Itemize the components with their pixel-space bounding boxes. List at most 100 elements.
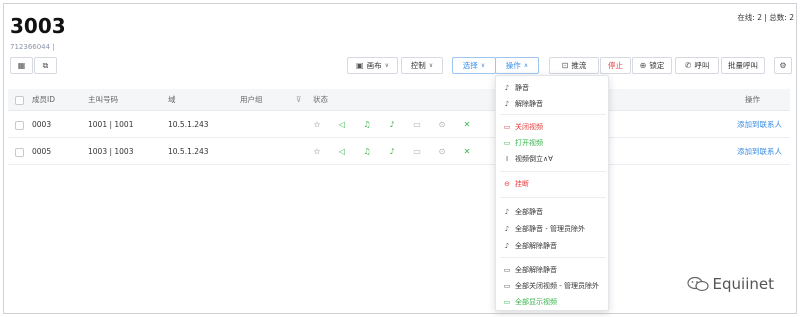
mic-off-icon: ♪ (504, 207, 510, 216)
record-icon[interactable]: ⊙ (437, 147, 447, 157)
chevron-up-icon: ∧ (523, 62, 529, 69)
control-label: 控制 (410, 61, 426, 70)
video-icon: ▭ (503, 265, 511, 274)
select-dropdown[interactable]: 选择 ∨ (452, 57, 496, 74)
operate-label: 操作 (505, 61, 521, 70)
speaker-icon[interactable]: ◁ (337, 147, 347, 157)
row-checkbox[interactable] (15, 120, 24, 130)
mic-icon: ♪ (504, 241, 510, 250)
video-icon[interactable]: ▭ (412, 147, 422, 157)
menu-item-hangup[interactable]: ⊖ 挂断 (496, 176, 608, 191)
image-icon: ▣ (356, 60, 364, 70)
push-label: 推流 (571, 61, 587, 70)
table-header: 成员ID 主叫号码 域 用户组 ⊽ 状态 操作 (8, 89, 790, 111)
lock-icon: ⊕ (639, 60, 647, 70)
add-to-contacts-link[interactable]: 添加到联系人 (737, 112, 782, 137)
batch-call-button[interactable]: 批量呼叫 (721, 57, 765, 74)
menu-item-unmute[interactable]: ♪ 解除静音 (496, 96, 608, 111)
watermark-text: Equiinet (712, 275, 774, 293)
menu-item-mute-all[interactable]: ♪ 全部静音 (496, 204, 608, 219)
menu-item-unmute-all-video[interactable]: ▭ 全部解除静音 (496, 262, 608, 277)
menu-item-label: 视频倒立∧∀ (515, 154, 553, 163)
menu-item-show-all-video[interactable]: ▭ 全部显示视频 (496, 294, 608, 309)
close-icon[interactable]: ✕ (462, 147, 472, 157)
record-icon[interactable]: ⊙ (437, 120, 447, 130)
menu-item-open-video[interactable]: ▭ 打开视频 (496, 135, 608, 150)
menu-item-mute[interactable]: ♪ 静音 (496, 80, 608, 95)
select-label: 选择 (462, 61, 478, 70)
mic-icon[interactable]: ♪ (387, 120, 397, 130)
lock-label: 锁定 (649, 61, 665, 70)
speaker-icon[interactable]: ◁ (337, 120, 347, 130)
menu-divider (500, 257, 606, 258)
settings-button[interactable]: ⚙ (774, 57, 792, 74)
canvas-dropdown[interactable]: ▣ 画布 ∨ (347, 57, 398, 74)
mic-icon: ♪ (504, 99, 510, 108)
mic-off-icon: ♪ (504, 83, 510, 92)
menu-divider (500, 114, 606, 115)
video-icon: ▭ (503, 297, 511, 306)
flip-icon: I (505, 154, 509, 163)
copy-view-button[interactable]: ⧉ (34, 57, 57, 74)
table-row: 0003 1001 | 1001 10.5.1.243 ☆ ◁ ♫ ♪ ▭ ⊙ … (8, 112, 790, 138)
control-dropdown[interactable]: 控制 ∨ (401, 57, 443, 74)
mic-off-icon: ♪ (504, 224, 510, 233)
watermark: Equiinet (686, 275, 774, 293)
filter-icon[interactable]: ⊽ (296, 89, 302, 110)
canvas-label: 画布 (366, 61, 382, 70)
stop-label: 停止 (608, 61, 623, 70)
column-user-group: 用户组 (240, 95, 263, 104)
stop-button[interactable]: 停止 (600, 57, 631, 74)
menu-item-label: 全部解除静音 (515, 241, 557, 250)
menu-item-label: 解除静音 (515, 99, 543, 108)
lock-button[interactable]: ⊕ 锁定 (632, 57, 672, 74)
push-stream-button[interactable]: ⊡ 推流 (549, 57, 599, 74)
operate-dropdown[interactable]: 操作 ∧ (495, 57, 539, 74)
video-icon: ▭ (503, 138, 511, 147)
grid-icon: ▦ (17, 60, 26, 70)
wechat-logo-icon (686, 276, 709, 292)
mic-icon[interactable]: ♪ (387, 147, 397, 157)
conference-number: 712366044 | (10, 43, 55, 51)
menu-item-label: 挂断 (515, 179, 529, 188)
page-title: 3003 (10, 14, 66, 38)
copy-icon: ⧉ (42, 60, 49, 70)
select-all-checkbox[interactable] (15, 95, 24, 105)
menu-item-unmute-all[interactable]: ♪ 全部解除静音 (496, 238, 608, 253)
call-label: 呼叫 (694, 61, 710, 70)
add-to-contacts-link[interactable]: 添加到联系人 (737, 139, 782, 164)
menu-item-flip-video[interactable]: I 视频倒立∧∀ (496, 151, 608, 166)
bell-icon[interactable]: ♫ (362, 147, 372, 157)
caller-number: 1001 | 1001 (88, 120, 134, 129)
bell-icon[interactable]: ♫ (362, 120, 372, 130)
caller-number: 1003 | 1003 (88, 147, 134, 156)
gear-icon: ⚙ (779, 60, 787, 70)
push-icon: ⊡ (561, 60, 569, 70)
chevron-down-icon: ∨ (384, 62, 389, 69)
hangup-icon: ⊖ (504, 179, 510, 188)
video-icon: ▭ (503, 281, 511, 290)
domain: 10.5.1.243 (168, 120, 209, 129)
close-icon[interactable]: ✕ (462, 120, 472, 130)
menu-item-close-all-video-except-admin[interactable]: ▭ 全部关闭视频 - 管理员除外 (496, 278, 608, 293)
chevron-down-icon: ∨ (428, 62, 434, 69)
column-caller: 主叫号码 (88, 95, 118, 104)
star-icon[interactable]: ☆ (312, 120, 322, 130)
column-actions: 操作 (745, 95, 760, 104)
star-icon[interactable]: ☆ (312, 147, 322, 157)
menu-item-label: 全部静音 - 管理员除外 (515, 224, 585, 233)
row-checkbox[interactable] (15, 147, 24, 157)
menu-divider (500, 171, 606, 172)
menu-item-close-video[interactable]: ▭ 关闭视频 (496, 119, 608, 134)
column-status: 状态 (313, 95, 328, 104)
call-button[interactable]: ✆ 呼叫 (675, 57, 719, 74)
column-member-id: 成员ID (32, 95, 55, 104)
menu-item-label: 全部静音 (515, 207, 543, 216)
grid-view-button[interactable]: ▦ (10, 57, 33, 74)
batch-call-label: 批量呼叫 (728, 61, 758, 70)
video-icon[interactable]: ▭ (412, 120, 422, 130)
column-domain: 域 (168, 95, 176, 104)
menu-item-mute-all-except-admin[interactable]: ♪ 全部静音 - 管理员除外 (496, 221, 608, 236)
operate-menu: ♪ 静音 ♪ 解除静音 ▭ 关闭视频 ▭ 打开视频 I 视频倒立∧∀ ⊖ 挂断 … (495, 75, 609, 311)
video-icon: ▭ (503, 122, 511, 131)
